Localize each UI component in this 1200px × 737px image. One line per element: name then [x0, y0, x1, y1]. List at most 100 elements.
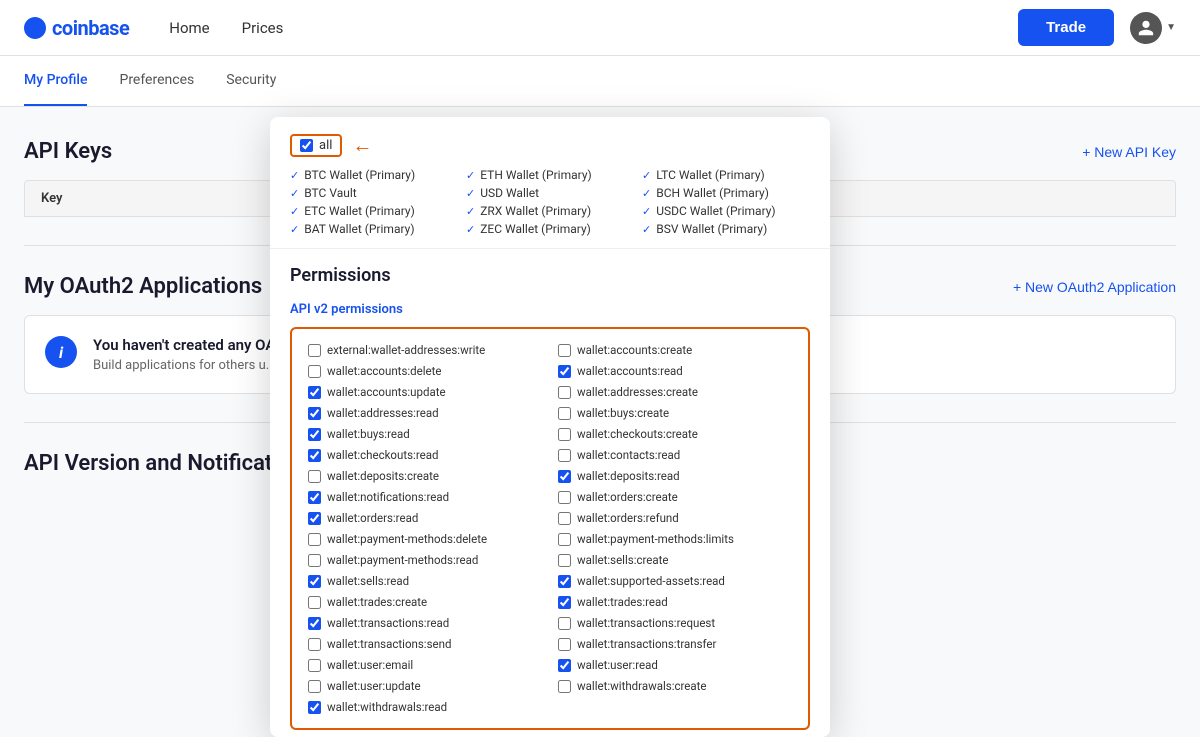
perm-label: wallet:orders:read	[327, 511, 418, 525]
perm-label: wallet:trades:create	[327, 595, 427, 609]
perm-item: wallet:trades:read	[558, 593, 792, 611]
perm-checkbox[interactable]	[308, 575, 321, 588]
wallet-top: all ←	[290, 133, 810, 158]
nav-home[interactable]: Home	[169, 15, 209, 41]
new-api-key-button[interactable]: + New API Key	[1082, 144, 1176, 160]
perm-item: wallet:payment-methods:delete	[308, 530, 542, 548]
oauth-title: My OAuth2 Applications	[24, 274, 262, 299]
perm-checkbox[interactable]	[558, 638, 571, 651]
perm-item: wallet:notifications:read	[308, 488, 542, 506]
perm-checkbox[interactable]	[558, 386, 571, 399]
perm-label: wallet:supported-assets:read	[577, 574, 725, 588]
nav-prices[interactable]: Prices	[242, 15, 284, 41]
logo[interactable]: coinbase	[24, 16, 129, 40]
all-checkbox-wrap: all	[290, 134, 342, 157]
perm-checkbox[interactable]	[558, 596, 571, 609]
check-icon: ✓	[290, 223, 299, 236]
oauth-info-title: You haven't created any OA...	[93, 336, 288, 354]
perm-item: wallet:payment-methods:read	[308, 551, 542, 569]
perm-checkbox[interactable]	[558, 344, 571, 357]
new-oauth-button[interactable]: + New OAuth2 Application	[1013, 279, 1176, 295]
perm-checkbox[interactable]	[558, 407, 571, 420]
sub-nav-security[interactable]: Security	[226, 56, 276, 106]
perm-label: wallet:withdrawals:read	[327, 700, 447, 714]
perm-item: wallet:transactions:send	[308, 635, 542, 653]
wallet-label: ZEC Wallet (Primary)	[480, 222, 591, 236]
perm-item: wallet:buys:create	[558, 404, 792, 422]
wallet-label: BAT Wallet (Primary)	[304, 222, 414, 236]
perm-checkbox[interactable]	[558, 512, 571, 525]
perm-checkbox[interactable]	[308, 365, 321, 378]
wallet-label: BTC Wallet (Primary)	[304, 168, 415, 182]
perm-label: wallet:accounts:delete	[327, 364, 442, 378]
perm-checkbox[interactable]	[558, 533, 571, 546]
perm-checkbox[interactable]	[558, 659, 571, 672]
perm-checkbox[interactable]	[558, 554, 571, 567]
trade-button[interactable]: Trade	[1018, 9, 1114, 46]
wallet-item: ✓ZEC Wallet (Primary)	[466, 222, 634, 236]
sub-nav-preferences[interactable]: Preferences	[119, 56, 194, 106]
perm-item: wallet:orders:refund	[558, 509, 792, 527]
wallet-item: ✓ BAT Wallet (Primary)	[290, 222, 458, 236]
oauth-text: You haven't created any OA... Build appl…	[93, 336, 288, 373]
perm-checkbox[interactable]	[558, 428, 571, 441]
perm-item: wallet:sells:create	[558, 551, 792, 569]
chevron-down-icon: ▼	[1166, 22, 1176, 33]
perm-item: wallet:trades:create	[308, 593, 542, 611]
perm-item: wallet:orders:create	[558, 488, 792, 506]
perm-checkbox[interactable]	[558, 449, 571, 462]
perm-checkbox[interactable]	[558, 680, 571, 693]
perm-label: wallet:sells:read	[327, 574, 409, 588]
modal: all ← ✓BTC Wallet (Primary)✓ETH Wallet (…	[270, 117, 830, 737]
perm-checkbox[interactable]	[308, 512, 321, 525]
perm-checkbox[interactable]	[308, 596, 321, 609]
header: coinbase Home Prices Trade ▼	[0, 0, 1200, 56]
check-icon: ✓	[466, 187, 475, 200]
perm-checkbox[interactable]	[308, 386, 321, 399]
perm-checkbox[interactable]	[308, 554, 321, 567]
perm-item: wallet:transactions:transfer	[558, 635, 792, 653]
perm-checkbox[interactable]	[308, 344, 321, 357]
perm-checkbox[interactable]	[558, 491, 571, 504]
perm-label: wallet:addresses:read	[327, 406, 439, 420]
perm-checkbox[interactable]	[308, 491, 321, 504]
wallet-item: ✓ETC Wallet (Primary)	[290, 204, 458, 218]
perm-checkbox[interactable]	[558, 365, 571, 378]
perm-checkbox[interactable]	[308, 407, 321, 420]
perm-checkbox[interactable]	[558, 470, 571, 483]
perm-label: wallet:transactions:send	[327, 637, 451, 651]
perm-item: wallet:withdrawals:read	[308, 698, 542, 716]
perm-label: wallet:deposits:create	[327, 469, 439, 483]
perm-checkbox[interactable]	[308, 533, 321, 546]
info-icon: i	[45, 336, 77, 368]
perm-checkbox[interactable]	[308, 701, 321, 714]
perm-checkbox[interactable]	[308, 470, 321, 483]
avatar	[1130, 12, 1162, 44]
perm-item: wallet:accounts:create	[558, 341, 792, 359]
check-icon: ✓	[290, 205, 299, 218]
perm-label: wallet:transactions:transfer	[577, 637, 716, 651]
avatar-area[interactable]: ▼	[1130, 12, 1176, 44]
perm-label: wallet:payment-methods:read	[327, 553, 478, 567]
all-checkbox[interactable]	[300, 139, 313, 152]
perm-item: wallet:checkouts:read	[308, 446, 542, 464]
perm-item: wallet:buys:read	[308, 425, 542, 443]
check-icon: ✓	[290, 169, 299, 182]
perm-checkbox[interactable]	[308, 638, 321, 651]
check-icon: ✓	[642, 169, 651, 182]
perm-label: wallet:user:read	[577, 658, 658, 672]
wallet-label: USD Wallet	[480, 186, 539, 200]
sub-nav-my-profile[interactable]: My Profile	[24, 56, 87, 106]
wallet-item: ✓ZRX Wallet (Primary)	[466, 204, 634, 218]
perm-checkbox[interactable]	[558, 575, 571, 588]
perm-label: wallet:user:email	[327, 658, 413, 672]
perm-item: wallet:accounts:delete	[308, 362, 542, 380]
perm-checkbox[interactable]	[308, 659, 321, 672]
perm-checkbox[interactable]	[308, 680, 321, 693]
perm-checkbox[interactable]	[308, 449, 321, 462]
wallet-item: ✓ BTC Wallet (Primary)	[290, 168, 458, 182]
perm-checkbox[interactable]	[308, 428, 321, 441]
perm-item: wallet:withdrawals:create	[558, 677, 792, 695]
wallet-label: ZRX Wallet (Primary)	[480, 204, 591, 218]
check-icon: ✓	[290, 187, 299, 200]
